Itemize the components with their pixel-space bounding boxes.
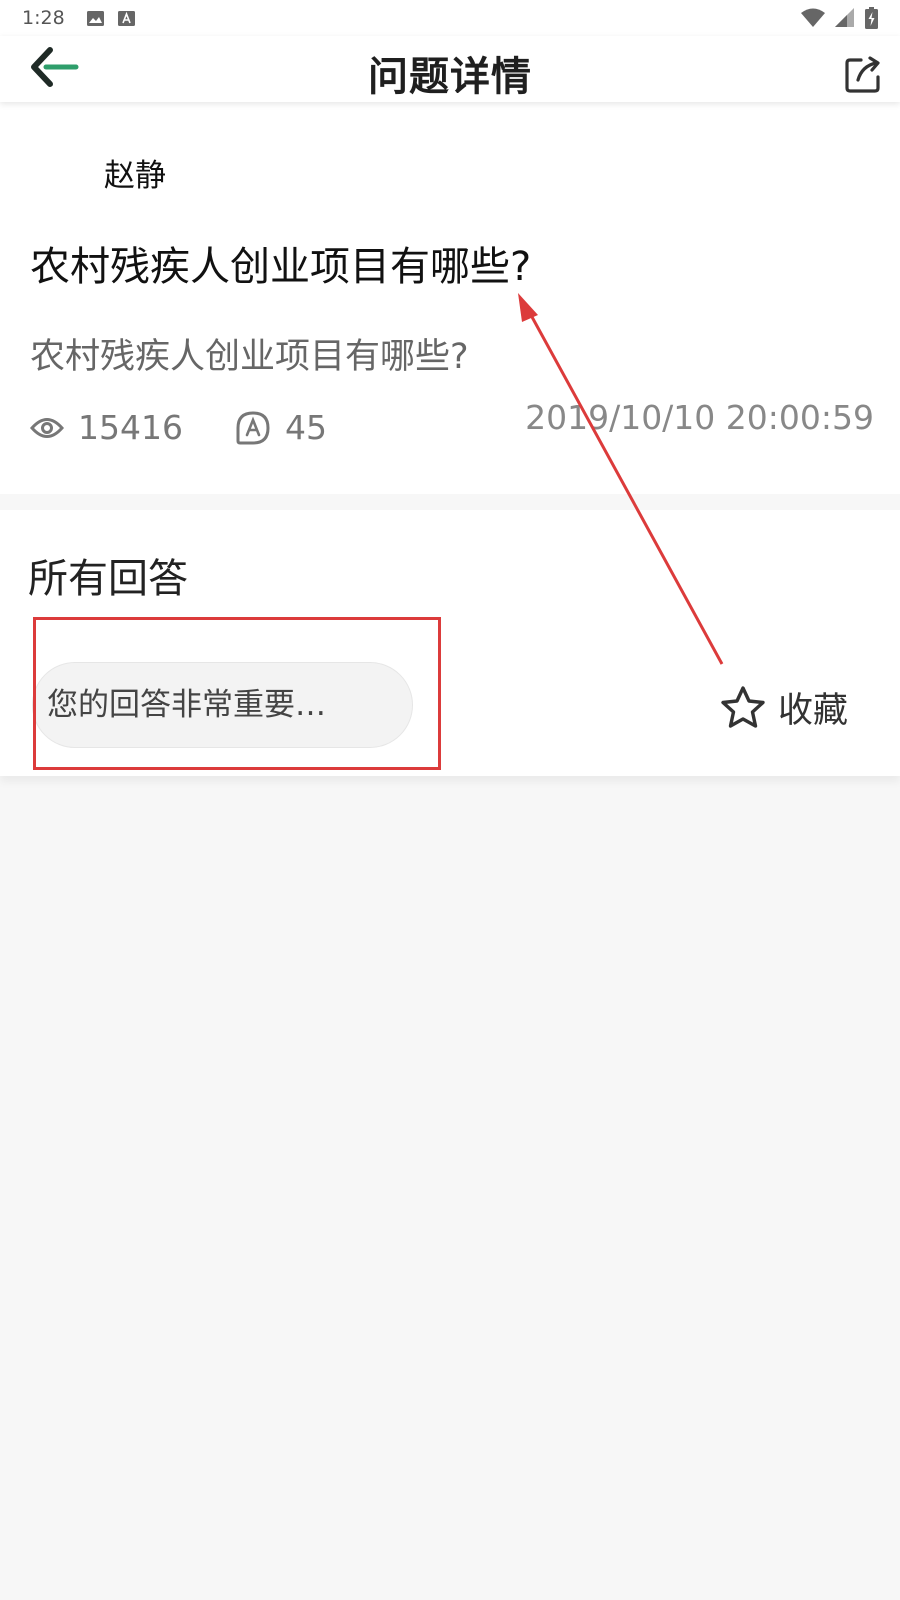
favorite-label: 收藏 [777,691,848,731]
wifi-icon [801,8,825,27]
question-card: 赵静 农村残疾人创业项目有哪些? 农村残疾人创业项目有哪些? 15416 45 … [0,102,900,494]
share-icon[interactable] [844,54,884,94]
question-stats: 15416 45 [30,408,379,447]
a-icon [117,10,135,26]
question-description: 农村残疾人创业项目有哪些? [30,337,469,377]
answer-bubble-icon [236,410,270,444]
favorite-button[interactable]: 收藏 [720,682,848,733]
signal-icon [835,8,854,27]
annotation-highlight-box [33,617,441,770]
question-detail-screen: 1:28 问题详情 赵静 农村残疾人创业项目有哪些? 农村残疾人创业项目有哪些?… [0,0,900,1600]
question-title: 农村残疾人创业项目有哪些? [30,244,532,290]
answers-section: 所有回答 [0,510,900,634]
answer-count: 45 [235,408,327,447]
post-timestamp: 2019/10/10 20:00:59 [525,398,874,437]
status-time: 1:28 [22,7,65,29]
author-name[interactable]: 赵静 [104,150,166,195]
answers-heading: 所有回答 [28,556,188,602]
answer-count-value: 45 [284,408,327,447]
status-bar: 1:28 [0,0,900,36]
view-count: 15416 [30,408,183,447]
page-title: 问题详情 [368,54,532,100]
top-app-bar: 问题详情 [0,36,900,102]
image-icon [86,10,104,26]
view-count-value: 15416 [78,408,183,447]
eye-icon [30,417,64,438]
battery-icon [865,7,878,29]
star-icon [721,685,765,728]
